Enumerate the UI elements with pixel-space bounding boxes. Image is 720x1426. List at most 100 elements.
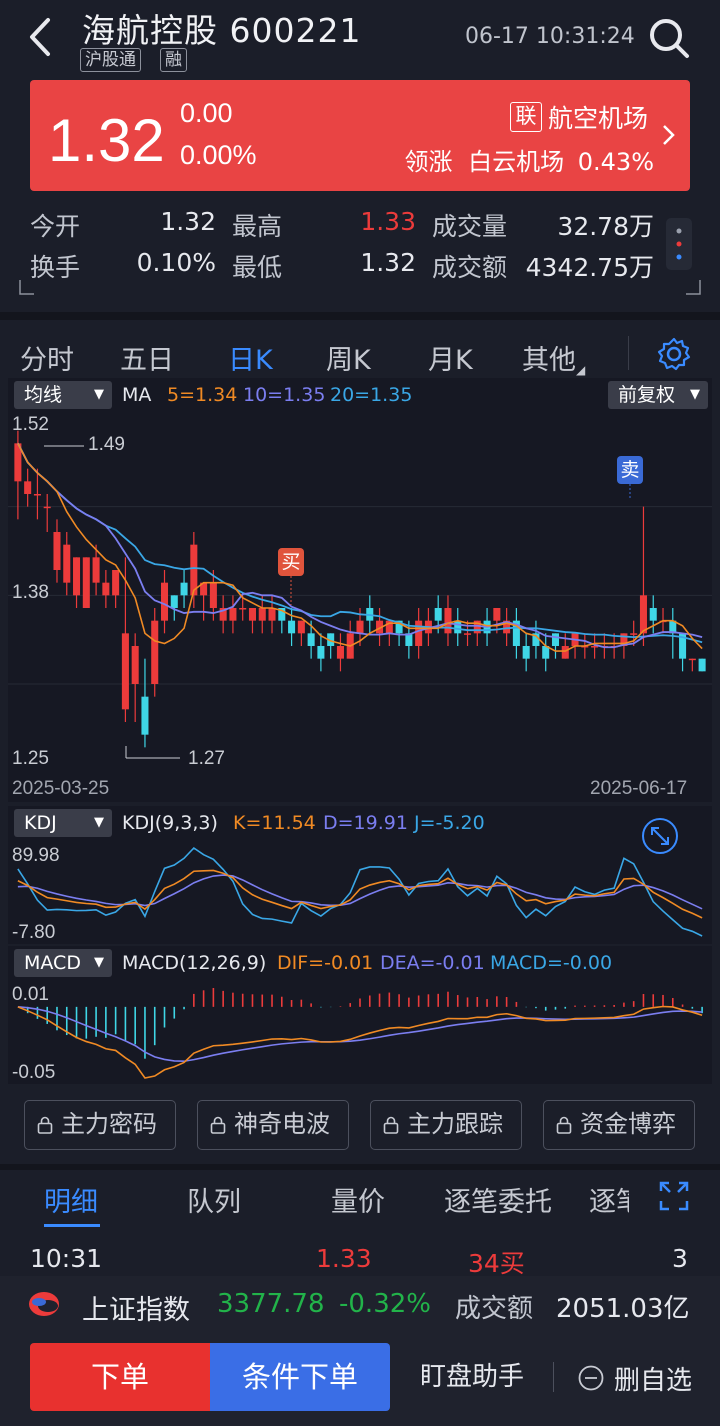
tab-tick-orders[interactable]: 逐笔委托 <box>444 1180 552 1219</box>
dropdown-arrow-icon: ▼ <box>690 387 700 402</box>
tab-tick-trades[interactable]: 逐笔 <box>589 1180 629 1219</box>
tool-magic-wave[interactable]: 神奇电波 <box>197 1100 349 1150</box>
candle-body <box>317 646 325 659</box>
tab-five-day[interactable]: 五日 <box>120 338 174 377</box>
kdj-dropdown[interactable]: KDJ ▼ <box>14 809 112 837</box>
last-price: 1.32 <box>48 107 165 174</box>
remove-favorite-button[interactable]: 删自选 <box>576 1343 706 1411</box>
kdj-d: D=19.91 <box>323 812 408 834</box>
macd-dropdown-label: MACD <box>24 952 81 974</box>
candle-body <box>268 608 276 621</box>
adjust-dropdown[interactable]: 前复权 ▼ <box>608 381 708 409</box>
ma-label: MA <box>122 384 152 406</box>
dropdown-arrow-icon: ▼ <box>94 387 104 402</box>
candle-body <box>639 595 647 634</box>
kdj-params: KDJ(9,3,3) <box>122 812 218 834</box>
footer-divider <box>553 1362 554 1392</box>
kline-high-mark: 1.49 <box>88 434 125 455</box>
settings-gear-icon[interactable] <box>656 336 692 372</box>
macd-chart[interactable] <box>8 978 712 1084</box>
macd-dif: DIF=-0.01 <box>277 952 374 974</box>
leader-label: 领涨 <box>404 148 453 176</box>
tab-queue[interactable]: 队列 <box>187 1180 241 1219</box>
candle-body <box>102 582 110 596</box>
index-amount-label: 成交额 <box>455 1294 534 1324</box>
kdj-k: K=11.54 <box>233 812 316 834</box>
candle-body <box>131 646 139 684</box>
low-value: 1.32 <box>360 248 416 277</box>
candle-body <box>336 646 344 659</box>
remove-favorite-label: 删自选 <box>614 1366 693 1396</box>
macd-params: MACD(12,26,9) <box>122 952 267 974</box>
kdj-y-bottom: -7.80 <box>12 922 56 943</box>
expand-icon[interactable] <box>658 1180 690 1212</box>
candle-body <box>112 570 120 596</box>
tab-monthly-k[interactable]: 月K <box>428 338 473 377</box>
date-start: 2025-03-25 <box>12 778 110 799</box>
tab-intraday[interactable]: 分时 <box>20 338 74 377</box>
kdj-chart[interactable] <box>8 840 712 944</box>
kline-y-top: 1.52 <box>12 414 49 435</box>
tab-volume-price[interactable]: 量价 <box>331 1180 385 1219</box>
candle-body <box>258 608 266 621</box>
tab-detail[interactable]: 明细 <box>44 1180 98 1219</box>
macd-value: MACD=-0.00 <box>490 952 613 974</box>
kdj-j-line <box>17 846 703 937</box>
ma10-value: 10=1.35 <box>243 384 326 406</box>
stock-title: 海航控股 600221 <box>82 11 362 50</box>
dropdown-corner-icon: ◢ <box>576 363 586 377</box>
indicator-dropdown[interactable]: 均线 ▼ <box>14 381 112 409</box>
macd-dea-line <box>17 1006 703 1063</box>
kline-chart[interactable] <box>8 410 712 772</box>
order-button[interactable]: 下单 <box>30 1343 210 1411</box>
expand-corners-icon[interactable] <box>18 278 702 296</box>
detail-count: 3 <box>672 1244 688 1273</box>
sell-signal[interactable]: 卖 <box>617 456 643 484</box>
tab-weekly-k[interactable]: 周K <box>326 338 371 377</box>
index-ticker[interactable]: 上证指数 3377.78 -0.32% 成交额 2051.03亿 <box>0 1280 720 1330</box>
candle-body <box>522 646 530 659</box>
candle-body <box>698 658 706 672</box>
candle-body <box>551 633 560 646</box>
datetime: 06-17 10:31:24 <box>465 24 635 49</box>
tool-main-tracking[interactable]: 主力跟踪 <box>370 1100 522 1150</box>
candle-body <box>121 633 129 710</box>
volume-label: 成交量 <box>432 212 508 241</box>
candle-body <box>180 582 188 596</box>
candle-body <box>63 544 71 583</box>
dropdown-arrow-icon: ▼ <box>94 955 104 970</box>
tab-other[interactable]: 其他◢ <box>522 338 585 377</box>
watch-assistant-button[interactable]: 盯盘助手 <box>404 1343 540 1411</box>
back-arrow-icon[interactable] <box>22 14 62 60</box>
detail-price: 1.33 <box>316 1244 372 1273</box>
macd-dropdown[interactable]: MACD ▼ <box>14 949 112 977</box>
candle-body <box>444 608 452 634</box>
tool-main-password[interactable]: 主力密码 <box>24 1100 176 1150</box>
conditional-order-button[interactable]: 条件下单 <box>210 1343 390 1411</box>
date-end: 2025-06-17 <box>590 778 688 799</box>
ma20-value: 20=1.35 <box>330 384 413 406</box>
detail-tab-indicator <box>44 1224 100 1227</box>
tab-daily-k[interactable]: 日K <box>228 338 273 377</box>
high-label: 最高 <box>232 212 283 241</box>
sector-name[interactable]: 航空机场 <box>548 99 648 135</box>
index-name: 上证指数 <box>82 1295 190 1326</box>
tag-hsgt: 沪股通 <box>80 48 141 72</box>
candle-body <box>434 608 442 621</box>
high-value: 1.33 <box>360 207 416 236</box>
tool-label: 神奇电波 <box>234 1110 330 1138</box>
tool-fund-game[interactable]: 资金博弈 <box>543 1100 695 1150</box>
buy-signal[interactable]: 买 <box>278 548 304 576</box>
more-menu-button[interactable] <box>666 218 692 270</box>
index-value: 3377.78 <box>217 1289 325 1319</box>
kline-y-bottom: 1.25 <box>12 748 49 769</box>
open-value: 1.32 <box>160 207 216 236</box>
candle-body <box>160 582 169 621</box>
candle-body <box>151 620 159 684</box>
search-icon[interactable] <box>645 14 693 62</box>
sector-leader[interactable]: 领涨 白云机场 0.43% <box>404 142 654 177</box>
period-tabs: 分时 五日 日K 周K 月K 其他◢ <box>0 312 720 383</box>
index-change: -0.32% <box>339 1289 431 1319</box>
chevron-right-icon[interactable] <box>660 120 678 150</box>
macd-y-bottom: -0.05 <box>12 1062 56 1083</box>
